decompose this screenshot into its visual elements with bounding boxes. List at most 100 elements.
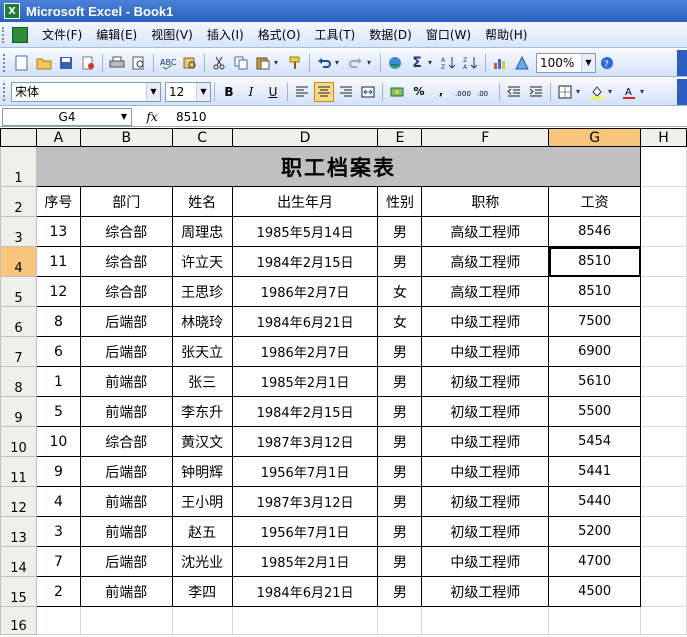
cell-name[interactable]: 黄汉文	[171, 426, 233, 457]
menu-help[interactable]: 帮助(H)	[479, 24, 533, 45]
cell-salary[interactable]: 6900	[548, 336, 642, 367]
align-right-icon[interactable]	[336, 82, 356, 102]
font-color-icon[interactable]: A	[619, 82, 639, 102]
column-header-e[interactable]: E	[377, 128, 423, 147]
zoom-select[interactable]: 100% ▼	[536, 52, 596, 73]
cell-title[interactable]: 初级工程师	[421, 486, 550, 517]
empty-cell[interactable]	[640, 456, 687, 487]
cell-title[interactable]: 中级工程师	[421, 336, 550, 367]
empty-cell[interactable]	[640, 576, 687, 607]
font-size-dropdown-arrow-icon[interactable]: ▼	[196, 82, 210, 101]
cell-title[interactable]: 中级工程师	[421, 546, 550, 577]
empty-cell[interactable]	[640, 546, 687, 577]
cell-department[interactable]: 后端部	[79, 456, 173, 487]
cell-birthdate[interactable]: 1986年2月7日	[231, 336, 379, 367]
cell-gender[interactable]: 男	[377, 426, 423, 457]
row-header[interactable]: 10	[0, 426, 37, 457]
cell-salary[interactable]: 5200	[548, 516, 642, 547]
sort-descending-icon[interactable]: ZA	[461, 53, 481, 73]
cell-title[interactable]: 初级工程师	[421, 516, 550, 547]
empty-cell[interactable]	[640, 216, 687, 247]
cell-gender[interactable]: 男	[377, 336, 423, 367]
cell-gender[interactable]: 女	[377, 276, 423, 307]
cell-birthdate[interactable]: 1987年3月12日	[231, 426, 379, 457]
cell-gender[interactable]: 男	[377, 456, 423, 487]
cell-birthdate[interactable]: 1956年7月1日	[231, 516, 379, 547]
menu-window[interactable]: 窗口(W)	[420, 24, 477, 45]
cell-name[interactable]: 李东升	[171, 396, 233, 427]
empty-cell[interactable]	[548, 606, 642, 635]
cell-birthdate[interactable]: 1956年7月1日	[231, 456, 379, 487]
menu-tools[interactable]: 工具(T)	[309, 24, 362, 45]
formula-input[interactable]: 8510	[172, 108, 687, 126]
empty-cell[interactable]	[640, 146, 687, 187]
worksheet-grid[interactable]: A B C D E F G H 1 职工档案表 2 序号 部门 姓名 出生年月 …	[0, 128, 687, 635]
print-icon[interactable]	[107, 53, 127, 73]
cut-icon[interactable]	[209, 53, 229, 73]
cell-department[interactable]: 后端部	[79, 306, 173, 337]
undo-icon[interactable]	[314, 53, 334, 73]
cell-birthdate[interactable]: 1984年6月21日	[231, 306, 379, 337]
name-box-dropdown-arrow-icon[interactable]: ▼	[117, 109, 131, 125]
cell-title[interactable]: 高级工程师	[421, 216, 550, 247]
header-cell-title[interactable]: 职称	[421, 186, 550, 217]
cell-department[interactable]: 前端部	[79, 396, 173, 427]
empty-cell[interactable]	[640, 486, 687, 517]
font-name-dropdown-arrow-icon[interactable]: ▼	[146, 82, 160, 101]
row-header[interactable]: 14	[0, 546, 37, 577]
column-header-a[interactable]: A	[35, 128, 81, 147]
empty-cell[interactable]	[640, 426, 687, 457]
cell-salary[interactable]: 5500	[548, 396, 642, 427]
cell-index[interactable]: 11	[35, 246, 81, 277]
increase-indent-icon[interactable]	[526, 82, 546, 102]
column-header-d[interactable]: D	[231, 128, 379, 147]
menu-view[interactable]: 视图(V)	[145, 24, 199, 45]
fill-color-dropdown-arrow-icon[interactable]: ▾	[608, 87, 616, 96]
cell-index[interactable]: 4	[35, 486, 81, 517]
menu-data[interactable]: 数据(D)	[363, 24, 418, 45]
cell-department[interactable]: 前端部	[79, 486, 173, 517]
cell-birthdate[interactable]: 1987年3月12日	[231, 486, 379, 517]
empty-cell[interactable]	[640, 396, 687, 427]
cell-department[interactable]: 前端部	[79, 576, 173, 607]
empty-cell[interactable]	[640, 336, 687, 367]
cell-gender[interactable]: 男	[377, 216, 423, 247]
cell-index[interactable]: 1	[35, 366, 81, 397]
cell-title[interactable]: 初级工程师	[421, 396, 550, 427]
toolbar-options-chevron-icon[interactable]	[677, 49, 687, 76]
empty-cell[interactable]	[231, 606, 379, 635]
cell-title[interactable]: 中级工程师	[421, 306, 550, 337]
header-cell-department[interactable]: 部门	[79, 186, 173, 217]
header-cell-birthdate[interactable]: 出生年月	[231, 186, 379, 217]
column-header-c[interactable]: C	[171, 128, 233, 147]
column-header-f[interactable]: F	[421, 128, 550, 147]
help-icon[interactable]: ?	[597, 53, 617, 73]
format-painter-icon[interactable]	[285, 53, 305, 73]
cell-department[interactable]: 综合部	[79, 426, 173, 457]
cell-title[interactable]: 高级工程师	[421, 246, 550, 277]
empty-cell[interactable]	[640, 606, 687, 635]
row-header[interactable]: 5	[0, 276, 37, 307]
header-cell-name[interactable]: 姓名	[171, 186, 233, 217]
cell-index[interactable]: 5	[35, 396, 81, 427]
empty-cell[interactable]	[35, 606, 81, 635]
cell-name[interactable]: 沈光业	[171, 546, 233, 577]
underline-button[interactable]: U	[263, 82, 283, 102]
cell-name[interactable]: 周理忠	[171, 216, 233, 247]
new-document-icon[interactable]	[12, 53, 32, 73]
cell-gender[interactable]: 男	[377, 396, 423, 427]
cell-birthdate[interactable]: 1984年2月15日	[231, 396, 379, 427]
menu-edit[interactable]: 编辑(E)	[90, 24, 143, 45]
save-icon[interactable]	[56, 53, 76, 73]
cell-birthdate[interactable]: 1984年6月21日	[231, 576, 379, 607]
paste-dropdown-arrow-icon[interactable]: ▾	[274, 58, 282, 67]
cell-index[interactable]: 8	[35, 306, 81, 337]
cell-title[interactable]: 初级工程师	[421, 366, 550, 397]
menu-format[interactable]: 格式(O)	[252, 24, 307, 45]
cell-gender[interactable]: 女	[377, 306, 423, 337]
empty-cell[interactable]	[640, 276, 687, 307]
column-header-b[interactable]: B	[79, 128, 173, 147]
research-icon[interactable]	[180, 53, 200, 73]
insert-function-icon[interactable]: fx	[132, 110, 172, 124]
cell-index[interactable]: 9	[35, 456, 81, 487]
